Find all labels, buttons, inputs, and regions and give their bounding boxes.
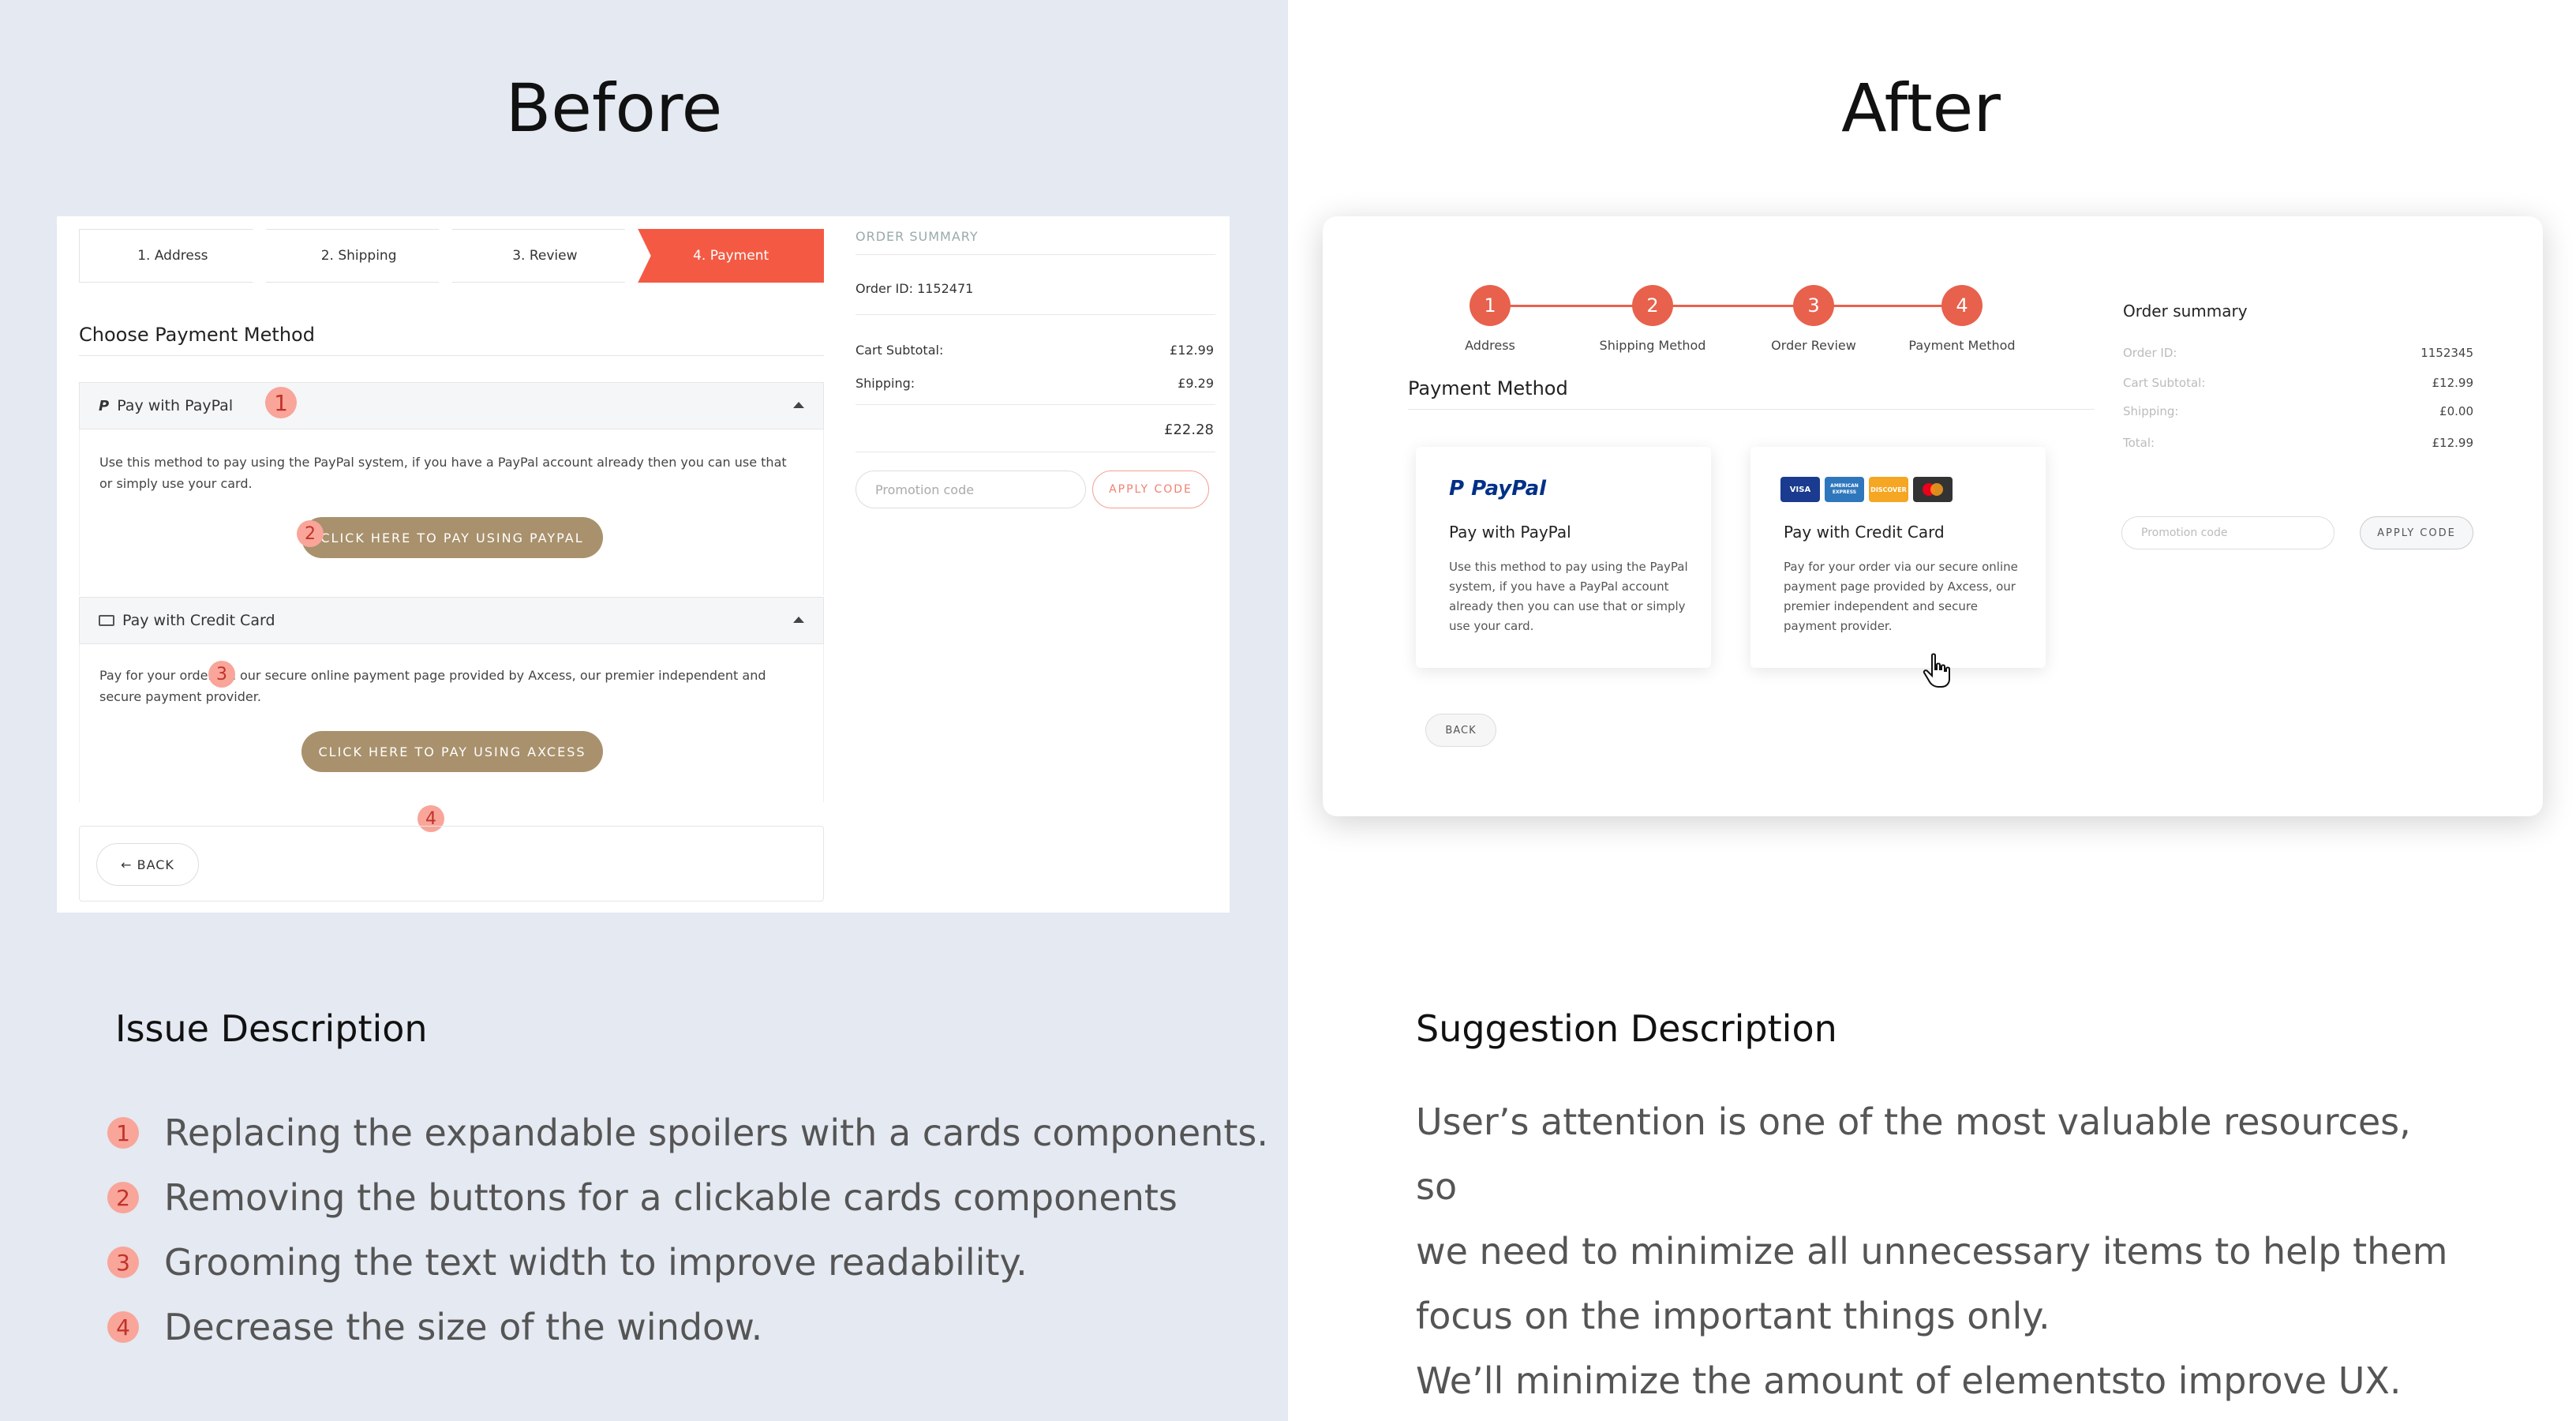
paypal-card-title: Pay with PayPal	[1449, 523, 1571, 542]
suggestion-text: User’s attention is one of the most valu…	[1416, 1089, 2458, 1413]
suggestion-title: Suggestion Description	[1416, 1007, 1837, 1050]
issue-badge: 1	[107, 1117, 139, 1149]
order-id-label: Order ID:	[2123, 346, 2177, 360]
back-button[interactable]: BACK	[1425, 714, 1496, 747]
order-summary-label: ORDER SUMMARY	[856, 229, 979, 244]
issue-item: 3 Grooming the text width to improve rea…	[107, 1241, 1028, 1284]
total-label: Total:	[2123, 436, 2155, 450]
issue-item: 1 Replacing the expandable spoilers with…	[107, 1112, 1268, 1154]
divider	[1408, 409, 2095, 410]
issue-item: 4 Decrease the size of the window.	[107, 1306, 762, 1348]
subtotal-label: Cart Subtotal:	[856, 343, 944, 358]
issue-badge: 3	[107, 1247, 139, 1278]
divider	[856, 404, 1215, 405]
total-value: £22.28	[1164, 422, 1214, 438]
shipping-value: £0.00	[2439, 404, 2473, 418]
step-shipping[interactable]: 2. Shipping	[265, 229, 452, 283]
visa-icon: VISA	[1780, 477, 1820, 502]
stepper-line	[1511, 305, 1960, 307]
step-payment-label: Payment Method	[1908, 338, 2016, 353]
subtotal-label: Cart Subtotal:	[2123, 376, 2206, 390]
step-payment[interactable]: 4. Payment	[638, 229, 824, 283]
credit-card-title: Pay with Credit Card	[1784, 523, 1945, 542]
order-id: Order ID: 1152471	[856, 281, 974, 296]
apply-code-button[interactable]: APPLY CODE	[2360, 516, 2473, 549]
divider	[856, 254, 1215, 255]
promo-code-input[interactable]: Promotion code	[856, 471, 1086, 508]
divider	[856, 314, 1215, 315]
paypal-card-text: Use this method to pay using the PayPal …	[1449, 560, 1688, 633]
issue-title: Issue Description	[115, 1007, 428, 1050]
step-shipping-label: Shipping Method	[1599, 338, 1706, 353]
step-review-label: Order Review	[1771, 338, 1856, 353]
order-id-value: 1152345	[2421, 346, 2473, 360]
card-accordion-label: Pay with Credit Card	[122, 612, 275, 629]
subtotal-value: £12.99	[1170, 343, 1214, 358]
suggestion-line: we need to minimize all unnecessary item…	[1416, 1230, 2448, 1273]
paypal-card[interactable]: P PayPal Pay with PayPal Use this method…	[1416, 447, 1711, 668]
paypal-description: Use this method to pay using the PayPal …	[99, 455, 787, 491]
subtotal-value: £12.99	[2432, 376, 2474, 390]
checkout-steps: 1. Address 2. Shipping 3. Review 4. Paym…	[79, 229, 824, 283]
shipping-label: Shipping:	[2123, 404, 2179, 418]
issue-badge: 4	[107, 1311, 139, 1343]
divider	[79, 355, 824, 356]
suggestion-line: We’ll minimize the amount of elementsto …	[1416, 1359, 2402, 1402]
card-logos: VISA AMERICAN EXPRESS DISCOVER	[1780, 477, 1953, 502]
caret-up-icon	[793, 617, 804, 623]
amex-icon: AMERICAN EXPRESS	[1825, 477, 1864, 502]
total-value: £12.99	[2432, 436, 2474, 450]
before-heading: Before	[505, 69, 723, 147]
page-title: Payment Method	[1408, 377, 1568, 399]
step-address-circle[interactable]: 1	[1470, 285, 1511, 326]
apply-code-button[interactable]: APPLY CODE	[1092, 471, 1209, 508]
issue-text: Grooming the text width to improve reada…	[164, 1241, 1028, 1284]
card-accordion-header[interactable]: Pay with Credit Card	[79, 597, 824, 644]
page-title: Choose Payment Method	[79, 324, 315, 346]
credit-card-card[interactable]: VISA AMERICAN EXPRESS DISCOVER Pay with …	[1750, 447, 2046, 668]
shipping-value: £9.29	[1178, 376, 1214, 391]
caret-up-icon	[793, 402, 804, 408]
paypal-icon: P	[99, 397, 110, 414]
pay-paypal-button[interactable]: CLICK HERE TO PAY USING PAYPAL	[301, 517, 603, 558]
card-description: Pay for your order via our secure online…	[99, 668, 766, 704]
step-shipping-circle[interactable]: 2	[1632, 285, 1673, 326]
annotation-badge-1: 1	[265, 387, 297, 418]
paypal-logo-icon: P PayPal	[1449, 477, 1547, 501]
paypal-accordion-label: Pay with PayPal	[117, 397, 234, 414]
credit-card-text: Pay for your order via our secure online…	[1784, 560, 2018, 633]
order-summary-title: Order summary	[2123, 302, 2248, 321]
step-address-label: Address	[1465, 338, 1515, 353]
step-address[interactable]: 1. Address	[79, 229, 266, 283]
after-heading: After	[1841, 69, 2001, 147]
discover-icon: DISCOVER	[1869, 477, 1908, 502]
mastercard-icon	[1913, 477, 1953, 502]
pay-axcess-button[interactable]: CLICK HERE TO PAY USING AXCESS	[301, 731, 603, 772]
shipping-label: Shipping:	[856, 376, 915, 391]
promo-code-input[interactable]: Promotion code	[2121, 516, 2334, 549]
issue-text: Replacing the expandable spoilers with a…	[164, 1112, 1268, 1154]
suggestion-line: User’s attention is one of the most valu…	[1416, 1100, 2411, 1208]
annotation-badge-3: 3	[208, 661, 235, 688]
issue-item: 2 Removing the buttons for a clickable c…	[107, 1176, 1178, 1219]
step-payment-circle[interactable]: 4	[1941, 285, 1983, 326]
issue-text: Decrease the size of the window.	[164, 1306, 763, 1348]
back-button[interactable]: ← BACK	[96, 843, 199, 886]
hand-cursor-icon	[1923, 653, 1950, 688]
step-review[interactable]: 3. Review	[451, 229, 638, 283]
credit-card-icon	[99, 615, 114, 626]
issue-badge: 2	[107, 1182, 139, 1213]
paypal-accordion-header[interactable]: P Pay with PayPal	[79, 382, 824, 429]
suggestion-line: focus on the important things only.	[1416, 1295, 2050, 1337]
issue-text: Removing the buttons for a clickable car…	[164, 1176, 1178, 1219]
annotation-badge-2: 2	[297, 520, 324, 547]
step-review-circle[interactable]: 3	[1793, 285, 1834, 326]
